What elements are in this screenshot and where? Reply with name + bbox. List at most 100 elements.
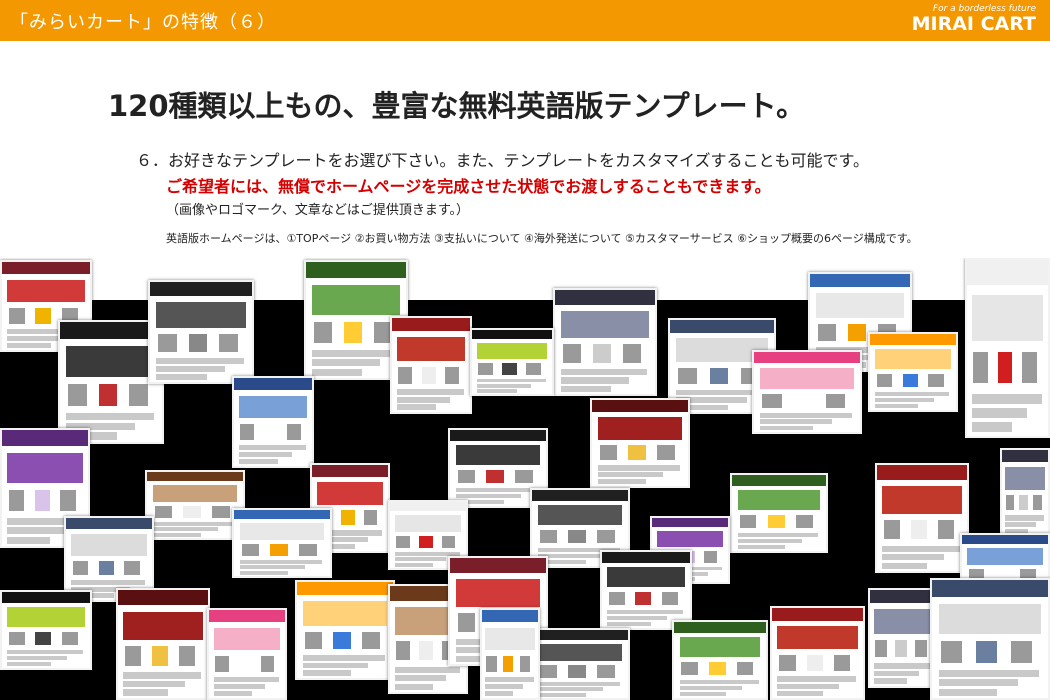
thumbnail-banner: [455, 579, 541, 607]
thumbnail-product: [237, 655, 252, 672]
header-bar: 「みらいカート」の特徴（６） For a borderless future M…: [0, 0, 1050, 41]
thumbnail-product: [72, 560, 89, 576]
thumbnail-text-line: [213, 676, 279, 683]
thumbnail-product: [396, 641, 410, 661]
thumbnail-header: [674, 622, 766, 633]
thumbnail-text-line: [971, 421, 1013, 433]
thumbnail-header: [450, 558, 546, 573]
thumbnail-product: [9, 631, 25, 646]
template-thumbnail: [752, 350, 862, 434]
thumbnail-banner: [394, 515, 462, 533]
thumbnail-header: [472, 330, 552, 339]
thumbnail-text-line: [156, 374, 208, 380]
thumbnail-product: [287, 423, 302, 440]
thumbnail-product: [418, 641, 433, 661]
thumbnail-text-line: [875, 391, 950, 397]
template-thumbnail: [1000, 448, 1050, 538]
thumbnail-text-line: [156, 366, 226, 372]
thumbnail-product: [911, 520, 928, 540]
thumbnail-text-line: [607, 609, 683, 615]
thumbnail-product: [396, 536, 410, 549]
thumbnail-product: [183, 506, 201, 519]
thumbnail-text-line: [760, 425, 814, 431]
thumbnail-product: [314, 322, 332, 344]
thumbnail-product: [129, 384, 148, 406]
thumbnail-product: [363, 509, 378, 526]
thumbnail-header: [532, 490, 628, 501]
thumbnail-product: [212, 506, 230, 519]
thumbnail-header: [670, 320, 774, 333]
thumbnail-header: [2, 592, 90, 603]
thumbnail-product: [941, 641, 963, 663]
thumbnail-text-line: [607, 621, 652, 627]
thumbnail-product: [568, 665, 586, 678]
thumbnail-text-line: [597, 465, 681, 471]
thumbnail-text-line: [561, 369, 647, 376]
thumbnail-header: [962, 535, 1048, 545]
thumbnail-product: [539, 665, 557, 678]
thumbnail-product: [597, 665, 615, 678]
headline: 120種類以上もの、豊富な無料英語版テンプレート。: [108, 89, 806, 123]
thumbnail-text-line: [1004, 522, 1037, 528]
thumbnail-text-line: [7, 655, 68, 661]
thumbnail-header: [306, 262, 406, 279]
thumbnail-banner: [537, 643, 623, 662]
thumbnail-banner: [656, 530, 724, 548]
thumbnail-product: [736, 661, 754, 676]
thumbnail-text-line: [476, 388, 517, 393]
thumbnail-banner: [938, 603, 1042, 635]
thumbnail-banner: [7, 279, 85, 303]
thumbnail-banner: [1004, 467, 1046, 490]
thumbnail-product: [623, 344, 641, 363]
thumbnail-product: [938, 520, 955, 540]
thumbnail-text-line: [152, 527, 219, 532]
thumbnail-banner: [679, 637, 761, 657]
thumbnail-text-line: [123, 680, 185, 688]
thumbnail-product: [884, 520, 901, 540]
thumbnail-product: [767, 514, 785, 529]
thumbnail-product: [35, 307, 52, 324]
thumbnail-header: [66, 518, 152, 530]
thumbnail-product: [34, 490, 51, 512]
thumbnail-product: [794, 393, 814, 408]
thumbnail-product: [661, 591, 678, 606]
thumbnail-text-line: [238, 451, 292, 458]
thumbnail-product: [902, 373, 919, 388]
thumbnail-product: [35, 631, 52, 646]
thumbnail-text-line: [238, 458, 278, 465]
thumbnail-header: [732, 475, 826, 486]
thumbnail-product: [539, 529, 557, 544]
thumbnail-product: [1010, 641, 1032, 663]
thumbnail-text-line: [537, 681, 621, 686]
thumbnail-banner: [760, 368, 854, 389]
thumbnail-text-line: [239, 570, 288, 575]
thumbnail-text-line: [396, 389, 464, 396]
thumbnail-product: [657, 444, 675, 461]
thumbnail-product: [241, 544, 259, 557]
template-collage: [0, 258, 1050, 700]
thumbnail-product: [1033, 494, 1042, 511]
page-title: 「みらいカート」の特徴（６）: [10, 12, 276, 33]
thumbnail-product: [826, 393, 846, 408]
thumbnail-text-line: [760, 412, 852, 418]
template-thumbnail: [590, 398, 690, 488]
thumbnail-product: [520, 655, 531, 672]
thumbnail-header: [810, 274, 910, 288]
thumbnail-text-line: [312, 368, 362, 376]
thumbnail-text-line: [302, 662, 369, 669]
thumbnail-text-line: [1004, 515, 1045, 521]
thumbnail-text-line: [7, 649, 83, 655]
thumbnail-banner: [875, 349, 951, 369]
thumbnail-product: [762, 393, 782, 408]
thumbnail-product: [928, 373, 944, 388]
thumbnail-product: [333, 631, 351, 650]
thumbnail-header: [450, 430, 546, 441]
thumbnail-banner: [455, 445, 541, 465]
thumbnail-product: [478, 363, 493, 375]
thumbnail-product: [421, 366, 436, 384]
thumbnail-text-line: [455, 493, 522, 499]
thumbnail-product: [304, 631, 322, 650]
thumbnail-product: [568, 529, 586, 544]
template-thumbnail: [0, 590, 92, 670]
thumbnail-product: [219, 334, 238, 352]
